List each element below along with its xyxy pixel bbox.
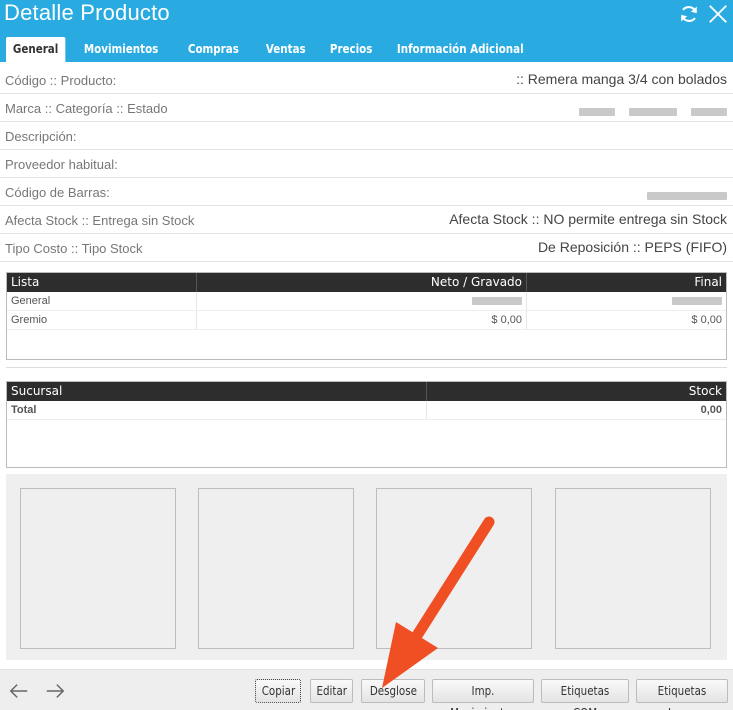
tab-bar: General Movimientos Compras Ventas Preci… bbox=[6, 33, 556, 62]
detail-row-marca-categoria-estado: Marca :: Categoría :: Estado bbox=[0, 94, 733, 122]
column-header-lista: Lista bbox=[7, 273, 197, 292]
price-table: Lista Neto / Gravado Final General Gremi… bbox=[6, 272, 727, 360]
column-header-neto-gravado: Neto / Gravado bbox=[197, 273, 527, 292]
close-icon[interactable] bbox=[707, 3, 729, 25]
column-header-final: Final bbox=[694, 275, 722, 289]
table-row[interactable]: Gremio $ 0,00 $ 0,00 bbox=[7, 311, 726, 330]
cell-final: $ 0,00 bbox=[691, 314, 722, 326]
tab-general[interactable]: General bbox=[6, 37, 66, 62]
desglose-button[interactable]: Desglose bbox=[361, 679, 425, 703]
detail-label: Código :: Producto: bbox=[5, 73, 117, 88]
detail-row-descripcion: Descripción: bbox=[0, 122, 733, 150]
detail-row-afecta-stock: Afecta Stock :: Entrega sin Stock Afecta… bbox=[0, 206, 733, 234]
cell-stock: 0,00 bbox=[700, 404, 722, 416]
image-slot-2[interactable] bbox=[198, 488, 354, 649]
table-row[interactable]: Total 0,00 bbox=[7, 401, 726, 420]
footer-toolbar: Copiar Editar Desglose Imp. Movimientos … bbox=[0, 669, 733, 710]
price-table-header: Lista Neto / Gravado Final bbox=[7, 273, 726, 292]
window-header: Detalle Producto General Movimientos Com… bbox=[0, 0, 733, 62]
editar-button[interactable]: Editar bbox=[310, 679, 353, 703]
table-row[interactable]: General bbox=[7, 292, 726, 311]
tab-informacion-adicional[interactable]: Información Adicional bbox=[390, 37, 531, 62]
detail-label: Código de Barras: bbox=[5, 185, 110, 200]
detail-value-redacted bbox=[647, 187, 727, 203]
detail-label: Tipo Costo :: Tipo Stock bbox=[5, 241, 143, 256]
column-header-sucursal: Sucursal bbox=[7, 382, 427, 401]
detail-value-redacted bbox=[579, 103, 727, 119]
column-header-stock: Stock bbox=[688, 384, 722, 398]
detail-row-codigo-barras: Código de Barras: bbox=[0, 178, 733, 206]
tab-movimientos[interactable]: Movimientos bbox=[77, 37, 165, 62]
cell-lista: Gremio bbox=[7, 311, 197, 329]
arrow-left-icon[interactable] bbox=[8, 680, 30, 702]
cell-final-redacted bbox=[527, 292, 726, 310]
tab-compras[interactable]: Compras bbox=[181, 37, 246, 62]
refresh-icon[interactable] bbox=[678, 3, 700, 25]
divider bbox=[6, 367, 727, 368]
detail-value: Afecta Stock :: NO permite entrega sin S… bbox=[449, 211, 727, 227]
detail-label: Proveedor habitual: bbox=[5, 157, 118, 172]
tab-ventas[interactable]: Ventas bbox=[259, 37, 313, 62]
arrow-right-icon[interactable] bbox=[44, 680, 66, 702]
etiquetas-laser-button[interactable]: Etiquetas Laser bbox=[636, 679, 728, 710]
detail-row-tipo-costo: Tipo Costo :: Tipo Stock De Reposición :… bbox=[0, 234, 733, 262]
stock-table: Sucursal Stock Total 0,00 bbox=[6, 381, 727, 468]
window-title: Detalle Producto bbox=[4, 0, 170, 25]
detail-label: Marca :: Categoría :: Estado bbox=[5, 101, 168, 116]
imp-movimientos-button[interactable]: Imp. Movimientos bbox=[432, 679, 534, 710]
cell-neto: $ 0,00 bbox=[197, 311, 527, 329]
detail-row-proveedor: Proveedor habitual: bbox=[0, 150, 733, 178]
product-images-area bbox=[6, 474, 727, 660]
stock-table-header: Sucursal Stock bbox=[7, 382, 726, 401]
etiquetas-com-button[interactable]: Etiquetas COM bbox=[541, 679, 629, 710]
detail-label: Descripción: bbox=[5, 129, 77, 144]
cell-neto-redacted bbox=[197, 292, 527, 310]
cell-lista: General bbox=[7, 292, 197, 310]
image-slot-1[interactable] bbox=[20, 488, 176, 649]
detail-value: De Reposición :: PEPS (FIFO) bbox=[537, 239, 727, 255]
copiar-button[interactable]: Copiar bbox=[255, 679, 301, 703]
product-details: Código :: Producto: :: Remera manga 3/4 … bbox=[0, 66, 733, 262]
image-slot-4[interactable] bbox=[555, 488, 711, 649]
cell-sucursal: Total bbox=[7, 401, 427, 419]
image-slot-3[interactable] bbox=[376, 488, 532, 649]
detail-label: Afecta Stock :: Entrega sin Stock bbox=[5, 213, 195, 228]
tab-precios[interactable]: Precios bbox=[323, 37, 379, 62]
detail-row-codigo-producto: Código :: Producto: :: Remera manga 3/4 … bbox=[0, 66, 733, 94]
detail-value: :: Remera manga 3/4 con bolados bbox=[516, 71, 727, 87]
